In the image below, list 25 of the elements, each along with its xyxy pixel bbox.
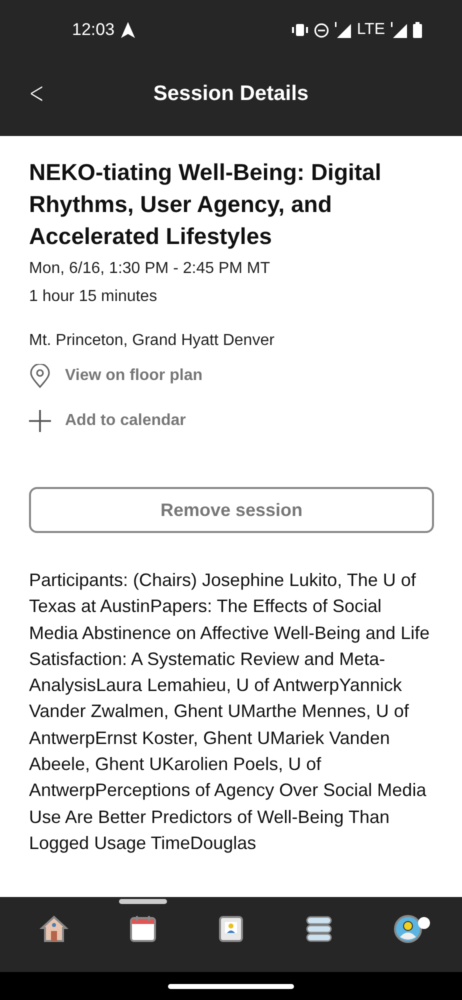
action-link[interactable]: Add to calendar (65, 412, 186, 430)
stack-icon (304, 914, 334, 944)
page-title: Session Details (153, 82, 309, 106)
battery-icon (413, 22, 422, 38)
session-location: Mt. Princeton, Grand Hyatt Denver (29, 331, 276, 351)
participants-text: Participants: (Chairs) Josephine Lukito, The U of Texas at AustinPapers: The Effects of Social Media Abstinence on Affective Well-Being and Life Satisfaction: A Systematic Review and Meta-AnalysisLaura Lemahieu, U of AntwerpYannick Vander Zwalmen, Ghent UMarthe Mennes, U of AntwerpErnst Koster, Ghent UMariek Vanden Abeele, Ghent UKarolien Poels, U of AntwerpPerceptions of Agency Over Social Media Use Are Better Predictors of Well-Being Than Logged Usage TimeDouglas (29, 569, 431, 855)
do-not-disturb-icon (314, 22, 329, 38)
profile-icon (392, 914, 423, 944)
session-time: Mon, 6/16, 1:30 PM - 2:45 PM MT (29, 259, 271, 279)
session-title: NEKO-tiating Well-Being: Digital Rhythms, User Agency, and Accelerated Lifestyles (29, 158, 382, 251)
action-link[interactable]: View on floor plan (65, 367, 202, 385)
signal-icon (391, 22, 407, 38)
network-type: LTE (356, 21, 385, 39)
calendar-icon (128, 914, 158, 944)
back-button[interactable]: < (25, 76, 48, 111)
navigation-arrow-icon (120, 22, 135, 38)
session-duration: 1 hour 15 minutes (29, 287, 158, 307)
signal-icon (334, 22, 351, 38)
location-pin-icon (29, 364, 51, 388)
remove-session-button[interactable]: Remove session (29, 487, 434, 533)
id-badge-icon (216, 914, 245, 944)
house-icon (39, 914, 70, 944)
plus-icon (29, 410, 51, 432)
status-time: 12:03 (72, 20, 115, 40)
vibrate-icon (292, 24, 308, 36)
